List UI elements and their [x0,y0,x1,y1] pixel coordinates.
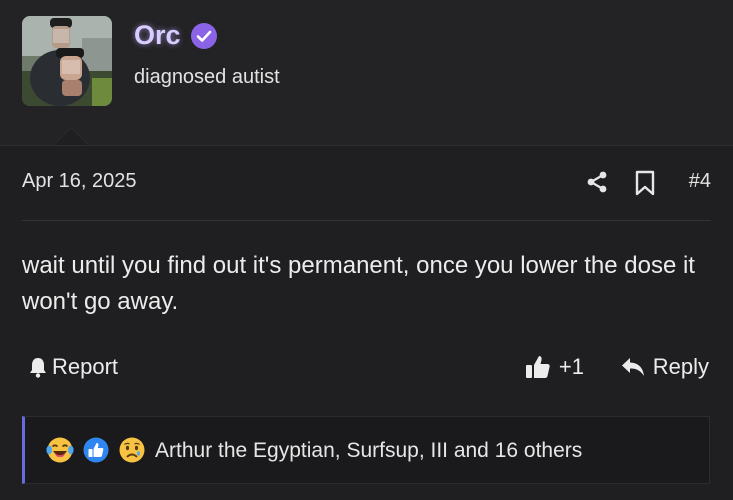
username-link[interactable]: Orc [134,20,181,51]
user-title: diagnosed autist [134,66,280,88]
divider [22,220,711,221]
report-button[interactable]: Report [28,354,118,380]
thumbs-up-emoji-icon [83,437,109,463]
crying-laughing-emoji-icon [46,437,74,463]
verified-badge-icon [190,22,217,49]
post-meta-row: Apr 16, 2025 #4 [22,168,711,198]
sad-face-emoji-icon [119,437,145,463]
bookmark-icon[interactable] [635,170,655,196]
avatar-photo [22,16,112,106]
avatar[interactable] [22,16,112,106]
reaction-emojis [46,436,154,464]
post-message: wait until you find out it's permanent, … [22,252,695,315]
post-number-link[interactable]: #4 [689,170,711,193]
username-row: Orc [134,20,218,51]
post-actions-bar: Report +1 Reply [22,354,709,386]
reply-label: Reply [652,354,709,379]
reaction-summary-link[interactable]: Arthur the Egyptian, Surfsup, III and 16… [155,439,582,463]
reactions-bar[interactable]: Arthur the Egyptian, Surfsup, III and 16… [22,416,710,484]
post-author-header: Orc diagnosed autist [0,0,733,146]
like-button[interactable]: +1 [525,354,584,380]
post-date[interactable]: Apr 16, 2025 [22,170,137,193]
share-icon[interactable] [585,170,609,194]
pointer [54,128,88,145]
thumbs-up-icon [525,356,550,378]
report-label: Report [52,354,119,379]
reply-arrow-icon [621,358,644,376]
like-count: +1 [558,354,584,379]
bell-icon [30,358,46,378]
reply-button[interactable]: Reply [621,354,709,380]
